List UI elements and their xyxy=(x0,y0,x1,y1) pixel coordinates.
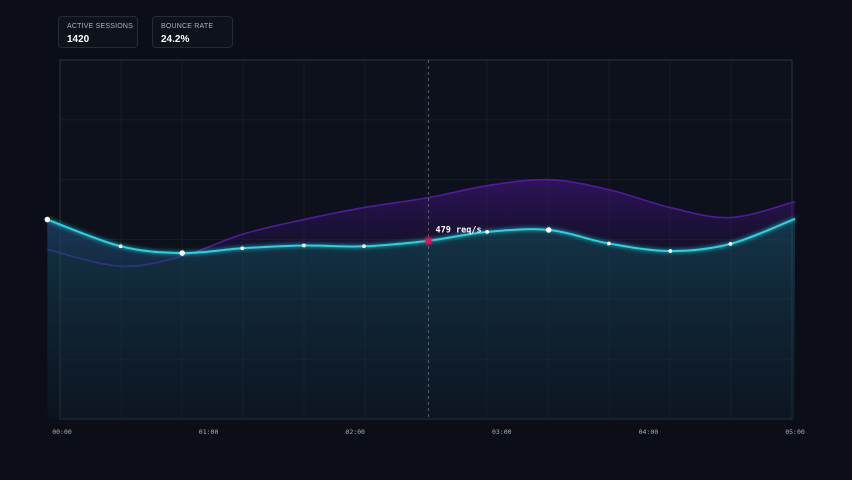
value-readout: 479 req/s xyxy=(436,226,482,236)
dashboard: 479 req/s 00:00 01:00 02:00 03:00 04:00 05:00… xyxy=(0,0,852,480)
data-point[interactable] xyxy=(301,243,306,248)
active-sessions-label: ACTIVE SESSIONS xyxy=(67,23,134,30)
data-point[interactable] xyxy=(485,230,490,234)
x-tick-label: 00:00 xyxy=(52,428,72,436)
data-point[interactable] xyxy=(728,241,733,246)
data-point[interactable] xyxy=(179,250,186,256)
bounce-rate-label: BOUNCE RATE xyxy=(161,23,214,30)
bounce-rate-value: 24.2% xyxy=(161,34,190,45)
x-tick-label: 03:00 xyxy=(492,428,512,436)
highlight-point[interactable] xyxy=(425,237,432,244)
data-point[interactable] xyxy=(545,227,552,233)
line-chart[interactable]: 479 req/s 00:00 01:00 02:00 03:00 04:00 05:00 xyxy=(0,0,852,480)
bounce-rate-card: BOUNCE RATE 24.2% xyxy=(152,16,233,48)
x-tick-label: 05:00 xyxy=(785,428,805,436)
x-tick-label: 02:00 xyxy=(345,428,365,436)
x-axis-ticks: 00:00 01:00 02:00 03:00 04:00 05:00 xyxy=(52,428,805,436)
x-tick-label: 01:00 xyxy=(199,428,219,436)
active-sessions-card: ACTIVE SESSIONS 1420 xyxy=(58,16,138,48)
data-point[interactable] xyxy=(606,241,611,246)
data-point[interactable] xyxy=(44,216,51,223)
x-tick-label: 04:00 xyxy=(639,428,659,436)
data-point[interactable] xyxy=(240,246,245,251)
data-point[interactable] xyxy=(668,249,673,253)
active-sessions-value: 1420 xyxy=(67,34,90,45)
data-point[interactable] xyxy=(362,244,366,249)
data-point[interactable] xyxy=(118,244,123,249)
